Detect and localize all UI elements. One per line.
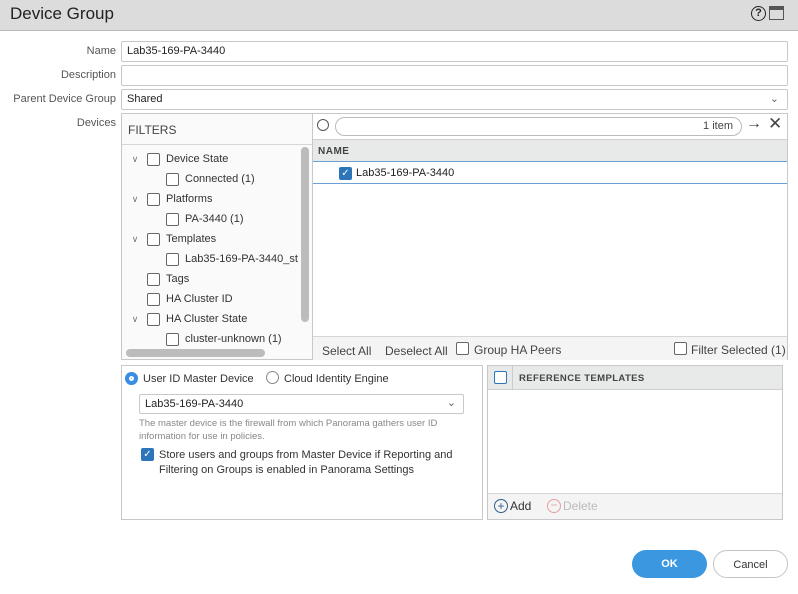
- filters-panel: FILTERS ∨ Device State Connected (1) ∨ Platf…: [121, 113, 313, 360]
- vertical-scrollbar[interactable]: [301, 147, 309, 322]
- filter-item[interactable]: HA Cluster ID: [129, 289, 233, 309]
- filter-item[interactable]: ∨ Platforms: [129, 189, 212, 209]
- filter-label: Templates: [166, 233, 217, 245]
- group-ha-peers-checkbox[interactable]: [456, 342, 469, 355]
- name-input[interactable]: Lab35-169-PA-3440: [121, 41, 788, 62]
- store-users-checkbox[interactable]: ✓: [141, 448, 154, 461]
- reference-templates-column: REFERENCE TEMPLATES: [519, 373, 645, 384]
- description-input[interactable]: [121, 65, 788, 86]
- filter-label: Device State: [166, 153, 229, 165]
- group-ha-peers-label: Group HA Peers: [474, 343, 562, 357]
- plus-circle-icon: +: [494, 499, 508, 513]
- dialog-header: Device Group ?: [0, 0, 798, 31]
- filter-label: cluster-unknown (1): [185, 333, 282, 345]
- parent-device-group-label: Parent Device Group: [13, 93, 116, 105]
- parent-device-group-select[interactable]: Shared ⌄: [121, 89, 788, 110]
- chevron-down-icon[interactable]: ∨: [129, 234, 141, 245]
- devices-label: Devices: [76, 117, 116, 129]
- clear-filter-icon[interactable]: ✕: [768, 114, 782, 134]
- user-id-master-radio[interactable]: [125, 372, 138, 385]
- filter-checkbox[interactable]: [147, 192, 160, 206]
- filter-label: HA Cluster ID: [166, 293, 233, 305]
- deselect-all-button[interactable]: Deselect All: [385, 344, 448, 358]
- filter-label: Connected (1): [185, 173, 255, 185]
- cloud-identity-radio[interactable]: [266, 371, 279, 384]
- filter-label: Lab35-169-PA-3440_st: [185, 253, 298, 265]
- delete-label: Delete: [563, 499, 598, 513]
- filter-selected-checkbox[interactable]: [674, 342, 687, 355]
- filters-header: FILTERS: [128, 123, 177, 137]
- dialog-title: Device Group: [10, 4, 114, 23]
- maximize-icon[interactable]: [769, 6, 784, 20]
- filter-label: HA Cluster State: [166, 313, 248, 325]
- chevron-down-icon: ⌄: [446, 397, 456, 409]
- search-input[interactable]: 1 item: [335, 117, 742, 136]
- name-column-label: NAME: [318, 146, 350, 157]
- filter-label: Tags: [166, 273, 190, 285]
- filter-item[interactable]: cluster-unknown (1): [166, 329, 282, 349]
- filter-item[interactable]: PA-3440 (1): [166, 209, 244, 229]
- filter-checkbox[interactable]: [147, 272, 160, 286]
- select-all-button[interactable]: Select All: [322, 344, 371, 358]
- filter-item[interactable]: Connected (1): [166, 169, 255, 189]
- user-id-master-label: User ID Master Device: [143, 373, 254, 385]
- filter-checkbox[interactable]: [147, 292, 160, 306]
- chevron-down-icon: ⌄: [769, 93, 779, 105]
- filter-checkbox[interactable]: [147, 152, 160, 166]
- filter-label: Platforms: [166, 193, 213, 205]
- chevron-down-icon[interactable]: ∨: [129, 314, 141, 325]
- filter-item[interactable]: ∨ Device State: [129, 149, 228, 169]
- cancel-button[interactable]: Cancel: [713, 550, 788, 578]
- reference-templates-footer: + Add − Delete: [488, 493, 782, 519]
- filter-item[interactable]: Lab35-169-PA-3440_st: [166, 249, 298, 269]
- filter-item[interactable]: ∨ Templates: [129, 229, 216, 249]
- filter-label: PA-3440 (1): [185, 213, 244, 225]
- master-device-select[interactable]: Lab35-169-PA-3440 ⌄: [139, 394, 464, 414]
- user-id-section: User ID Master Device Cloud Identity Eng…: [121, 365, 483, 520]
- devices-panel: 1 item → ✕ NAME ✓ Lab35-169-PA-3440 Sele…: [312, 113, 788, 360]
- store-users-label: Store users and groups from Master Devic…: [159, 449, 453, 476]
- description-label: Description: [60, 69, 116, 81]
- select-all-checkbox[interactable]: [494, 371, 507, 384]
- device-row-checkbox[interactable]: ✓: [339, 166, 352, 180]
- filter-checkbox[interactable]: [166, 332, 179, 346]
- ok-button[interactable]: OK: [632, 550, 707, 578]
- filter-item[interactable]: Tags: [129, 269, 189, 289]
- name-column-header[interactable]: NAME: [313, 139, 787, 162]
- search-count: 1 item: [703, 120, 733, 132]
- filter-item[interactable]: ∨ HA Cluster State: [129, 309, 247, 329]
- filter-checkbox[interactable]: [166, 172, 179, 186]
- horizontal-scrollbar[interactable]: [126, 349, 265, 357]
- parent-device-group-value: Shared: [127, 93, 163, 105]
- name-label: Name: [86, 45, 116, 57]
- chevron-down-icon[interactable]: ∨: [129, 194, 141, 205]
- cloud-identity-label: Cloud Identity Engine: [284, 373, 389, 385]
- filter-checkbox[interactable]: [147, 312, 160, 326]
- delete-button: − Delete: [547, 499, 598, 513]
- device-name: Lab35-169-PA-3440: [356, 167, 455, 179]
- apply-filter-arrow-icon[interactable]: →: [746, 115, 762, 133]
- filter-selected-label: Filter Selected (1): [691, 343, 786, 357]
- master-device-value: Lab35-169-PA-3440: [145, 398, 244, 410]
- filter-checkbox[interactable]: [166, 252, 179, 266]
- reference-templates-table: REFERENCE TEMPLATES + Add − Delete: [487, 365, 783, 520]
- filter-checkbox[interactable]: [166, 212, 179, 226]
- table-row[interactable]: ✓ Lab35-169-PA-3440: [313, 163, 787, 184]
- chevron-down-icon[interactable]: ∨: [129, 154, 141, 165]
- search-icon[interactable]: [317, 119, 329, 131]
- devices-footer: Select All Deselect All Group HA Peers F…: [313, 336, 787, 360]
- reference-templates-header: REFERENCE TEMPLATES: [488, 366, 782, 390]
- add-button[interactable]: + Add: [494, 499, 531, 513]
- filter-checkbox[interactable]: [147, 232, 160, 246]
- help-icon[interactable]: ?: [751, 6, 766, 21]
- master-device-help: The master device is the firewall from w…: [139, 418, 438, 442]
- minus-circle-icon: −: [547, 499, 561, 513]
- add-label: Add: [510, 499, 532, 513]
